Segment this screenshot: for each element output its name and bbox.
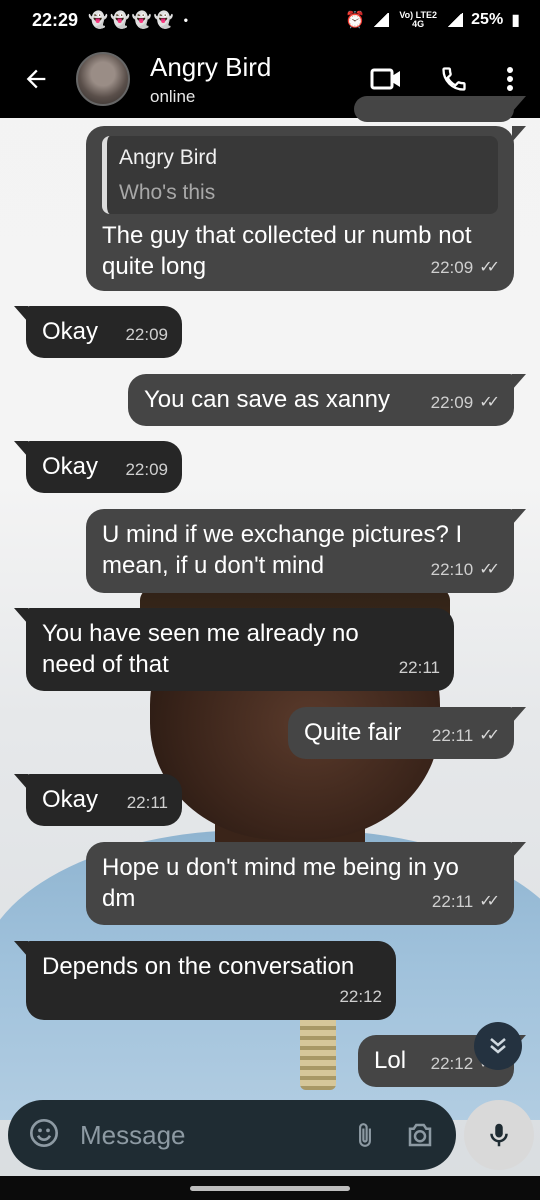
message-time: 22:10 (430, 560, 474, 579)
message-text: Okay (42, 318, 99, 345)
attach-icon[interactable] (352, 1119, 378, 1151)
quoted-text: Who's this (119, 181, 216, 204)
battery-icon: ▮ (511, 12, 520, 29)
message-bubble-outgoing[interactable]: You can save as xanny 22:09 ✓✓ (128, 374, 526, 426)
message-text: Okay (42, 453, 99, 480)
message-bubble-outgoing[interactable]: Angry Bird Who's this The guy that colle… (86, 126, 526, 291)
system-navigation-bar (0, 1176, 540, 1200)
message-bubble-incoming[interactable]: Okay 22:09 (14, 306, 182, 358)
read-ticks-icon: ✓✓ (479, 561, 500, 578)
message-time: 22:11 (431, 726, 474, 745)
message-time: 22:11 (431, 892, 474, 911)
microphone-button[interactable] (464, 1100, 534, 1170)
contact-avatar[interactable] (76, 52, 130, 106)
message-input[interactable]: Message (80, 1120, 326, 1151)
read-ticks-icon: ✓✓ (479, 893, 500, 910)
contact-name: Angry Bird (150, 51, 272, 82)
message-time: 22:11 (126, 793, 168, 812)
camera-icon[interactable] (404, 1120, 436, 1150)
status-time: 22:29 (32, 9, 79, 30)
message-time: 22:09 (430, 258, 474, 277)
signal-icon-2 (447, 13, 464, 27)
scroll-down-button[interactable] (474, 1022, 522, 1070)
message-composer[interactable]: Message (8, 1100, 456, 1170)
home-gesture-pill[interactable] (190, 1186, 350, 1191)
message-bubble-outgoing[interactable]: Hope u don't mind me being in yo dm 22:1… (86, 842, 526, 925)
message-time: 22:09 (125, 460, 168, 479)
message-bubble-incoming[interactable]: Okay 22:09 (14, 441, 182, 493)
message-time: 22:12 (339, 987, 382, 1006)
back-arrow-icon[interactable] (18, 61, 54, 97)
message-text: Depends on the conversation (42, 953, 355, 980)
emoji-icon[interactable] (28, 1117, 60, 1154)
message-bubble-incoming[interactable]: Depends on the conversation 22:12 (14, 941, 396, 1020)
message-bubble-outgoing[interactable]: U mind if we exchange pictures? I mean, … (86, 509, 526, 593)
message-bubble-incoming[interactable]: Okay 22:11 (14, 774, 182, 826)
quoted-sender: Angry Bird (119, 146, 218, 169)
signal-icon (373, 13, 390, 27)
previous-message-bubble (354, 96, 526, 122)
video-call-icon[interactable] (370, 66, 402, 92)
snapchat-notification-icons: 👻👻👻👻 (88, 12, 176, 29)
more-notifications-dot: • (183, 13, 188, 27)
status-bar: 22:29 👻👻👻👻 • ⏰ Vo) LTE2 4G 25% ▮ (0, 0, 540, 40)
double-chevron-down-icon (490, 1038, 506, 1054)
chat-screen: 22:29 👻👻👻👻 • ⏰ Vo) LTE2 4G 25% ▮ Angry B… (0, 0, 540, 1200)
network-type: Vo) LTE2 4G (399, 10, 437, 29)
message-time: 22:09 (430, 393, 474, 412)
alarm-icon: ⏰ (345, 12, 366, 29)
message-bubble-outgoing[interactable]: Quite fair 22:11 ✓✓ (288, 707, 526, 759)
message-time: 22:12 (430, 1054, 474, 1073)
battery-level: 25% (471, 11, 504, 28)
read-ticks-icon: ✓✓ (479, 394, 500, 411)
message-text: Okay (42, 786, 99, 813)
message-time: 22:09 (125, 325, 168, 344)
quoted-reply[interactable]: Angry Bird Who's this (102, 136, 498, 214)
message-time: 22:11 (398, 658, 440, 677)
message-text: Lol (374, 1047, 407, 1074)
voice-call-icon[interactable] (440, 65, 468, 93)
microphone-icon (490, 1123, 508, 1147)
read-ticks-icon: ✓✓ (479, 259, 500, 276)
contact-info[interactable]: Angry Bird online (150, 52, 271, 107)
message-text: Quite fair (304, 719, 402, 746)
more-options-icon[interactable] (506, 66, 514, 92)
read-ticks-icon: ✓✓ (479, 727, 500, 744)
contact-status: online (150, 86, 196, 106)
message-text: You have seen me already no need of that (42, 620, 359, 678)
message-text: You can save as xanny (144, 386, 390, 413)
message-bubble-incoming[interactable]: You have seen me already no need of that… (14, 608, 454, 691)
